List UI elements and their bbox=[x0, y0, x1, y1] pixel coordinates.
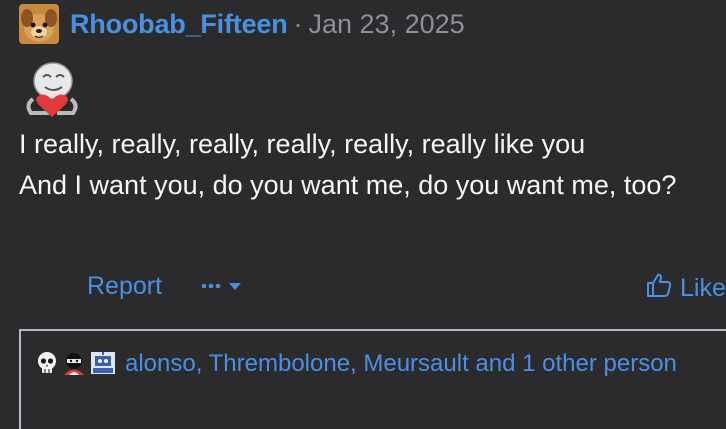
post-body-line: And I want you, do you want me, do you w… bbox=[19, 170, 677, 200]
post-date[interactable]: Jan 23, 2025 bbox=[309, 9, 465, 40]
more-actions-button[interactable] bbox=[200, 274, 244, 303]
robot-icon[interactable] bbox=[89, 350, 117, 387]
reactor-icons bbox=[35, 350, 119, 387]
post-actions: Report Like bbox=[0, 268, 726, 308]
post-body-line: I really, really, really, really, really… bbox=[19, 129, 586, 159]
skull-icon[interactable] bbox=[35, 350, 59, 387]
heart-hug-sticker-icon bbox=[19, 55, 85, 121]
reactors-list-link[interactable]: alonso, Thrembolone, Meursault and 1 oth… bbox=[125, 350, 677, 377]
reactions-summary: alonso, Thrembolone, Meursault and 1 oth… bbox=[19, 329, 726, 429]
post-body: I really, really, really, really, really… bbox=[19, 124, 719, 206]
dog-avatar-icon[interactable] bbox=[19, 4, 59, 44]
like-button[interactable]: Like bbox=[646, 272, 726, 305]
username-link[interactable]: Rhoobab_Fifteen bbox=[70, 9, 288, 40]
forum-post: Rhoobab_Fifteen · Jan 23, 2025 I really,… bbox=[0, 0, 726, 429]
like-label: Like bbox=[680, 274, 726, 302]
ellipsis-icon bbox=[200, 274, 226, 303]
chevron-down-icon bbox=[226, 274, 244, 303]
post-header: Rhoobab_Fifteen · Jan 23, 2025 bbox=[19, 4, 465, 44]
reactions-line: alonso, Thrembolone, Meursault and 1 oth… bbox=[35, 345, 725, 387]
report-button[interactable]: Report bbox=[87, 272, 162, 301]
ninja-icon[interactable] bbox=[61, 350, 87, 387]
header-separator: · bbox=[293, 8, 303, 39]
thumbs-up-icon bbox=[646, 272, 672, 305]
